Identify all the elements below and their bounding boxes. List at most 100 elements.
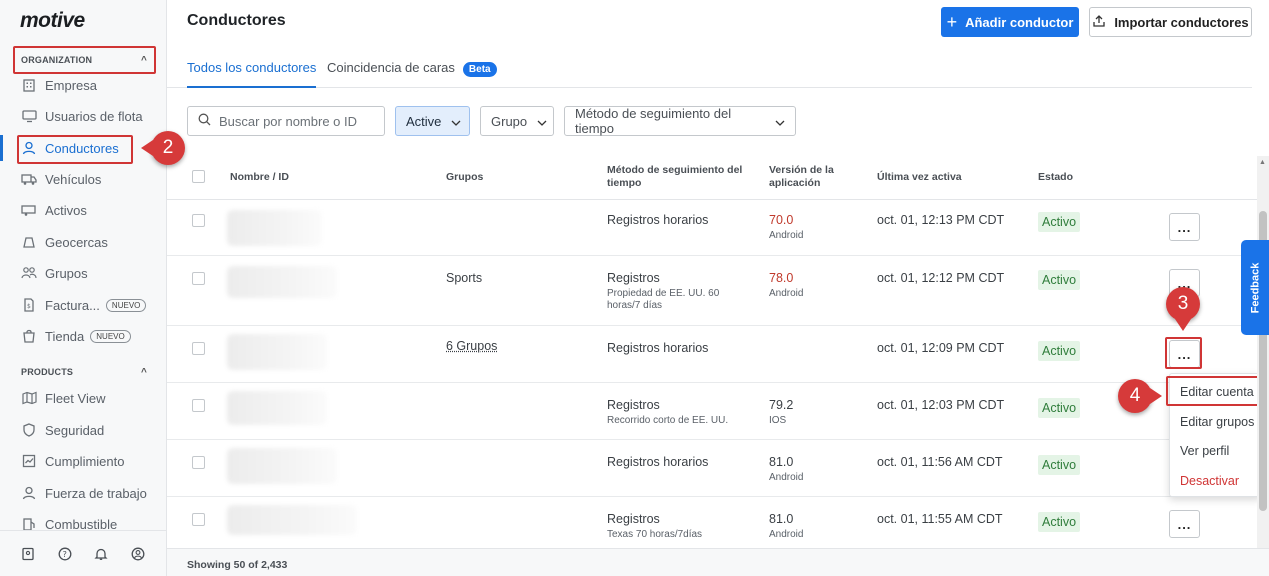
sidebar-item-facturacion[interactable]: $ Factura... NUEVO	[0, 290, 166, 320]
sidebar-item-empresa[interactable]: Empresa	[0, 70, 166, 100]
method-cell: Registros Texas 70 horas/7días	[607, 512, 702, 541]
row-checkbox[interactable]	[192, 399, 205, 412]
column-method[interactable]: Método de seguimiento del tiempo	[607, 164, 752, 190]
bell-icon[interactable]	[93, 546, 109, 562]
table-row[interactable]: 6 Grupos Registros horarios oct. 01, 12:…	[167, 326, 1257, 383]
table-row[interactable]: Registros horarios 70.0 Android oct. 01, …	[167, 200, 1257, 256]
sidebar-item-label: Geocercas	[45, 234, 108, 250]
sidebar-item-fuerza-de-trabajo[interactable]: Fuerza de trabajo	[0, 478, 166, 508]
sidebar-item-vehiculos[interactable]: Vehículos	[0, 164, 166, 194]
sidebar-item-tienda[interactable]: Tienda NUEVO	[0, 321, 166, 351]
step-marker-4: 4	[1118, 379, 1162, 413]
groups-link[interactable]: 6 Grupos	[446, 339, 497, 353]
column-groups[interactable]: Grupos	[446, 171, 483, 184]
sidebar-item-usuarios-de-flota[interactable]: Usuarios de flota	[0, 101, 166, 131]
row-checkbox[interactable]	[192, 214, 205, 227]
menu-item-view-profile[interactable]: Ver perfil	[1180, 444, 1229, 458]
version-cell: 70.0 Android	[769, 213, 803, 242]
platform-text: Android	[769, 472, 804, 483]
method-text: Registros horarios	[607, 341, 709, 355]
sidebar-item-cumplimiento[interactable]: Cumplimiento	[0, 446, 166, 476]
sidebar-item-label: Fuerza de trabajo	[45, 485, 147, 501]
redacted-name	[227, 210, 322, 246]
add-driver-button[interactable]: + Añadir conductor	[941, 7, 1079, 37]
upload-icon	[1092, 14, 1106, 31]
method-text: Registros	[607, 512, 660, 526]
sidebar-item-seguridad[interactable]: Seguridad	[0, 415, 166, 445]
monitor-icon	[21, 108, 37, 124]
column-version[interactable]: Versión de la aplicación	[769, 164, 849, 190]
column-name[interactable]: Nombre / ID	[230, 171, 289, 184]
status-filter[interactable]: Active	[395, 106, 470, 136]
method-cell: Registros Propiedad de EE. UU. 60 horas/7…	[607, 271, 737, 312]
sidebar-item-label: Seguridad	[45, 422, 105, 438]
trailer-icon	[21, 202, 37, 218]
book-icon[interactable]	[20, 546, 36, 562]
last-active-text: oct. 01, 11:55 AM CDT	[877, 512, 1003, 526]
select-all-checkbox[interactable]	[192, 170, 205, 183]
sidebar-item-activos[interactable]: Activos	[0, 195, 166, 225]
version-text: 70.0	[769, 213, 794, 227]
table-row[interactable]: Registros horarios 81.0 Android oct. 01, …	[167, 440, 1257, 497]
edit-account-highlight	[1166, 376, 1263, 406]
redacted-name	[227, 448, 337, 484]
sidebar-item-fleet-view[interactable]: Fleet View	[0, 383, 166, 413]
organization-highlight	[13, 46, 156, 74]
status-badge: Activo	[1038, 212, 1081, 232]
method-text: Registros	[607, 398, 660, 412]
products-section-header[interactable]: PRODUCTS ^	[21, 367, 147, 378]
sidebar-item-label: Empresa	[45, 77, 98, 93]
search-input[interactable]: Buscar por nombre o ID	[187, 106, 385, 136]
beta-badge: Beta	[462, 62, 497, 77]
tab-face-matching[interactable]: Coincidencia de caras Beta	[327, 60, 497, 88]
column-status[interactable]: Estado	[1038, 171, 1073, 184]
tab-face-matching-label: Coincidencia de caras	[327, 60, 455, 75]
help-icon[interactable]: ?	[57, 546, 73, 562]
row-checkbox[interactable]	[192, 513, 205, 526]
table-scrollbar[interactable]: ▲	[1257, 156, 1269, 548]
truck-icon	[21, 171, 37, 187]
status-badge: Activo	[1038, 398, 1081, 418]
menu-item-edit-groups[interactable]: Editar grupos	[1180, 415, 1254, 429]
platform-text: Android	[769, 288, 804, 299]
feedback-tab[interactable]: Feedback	[1241, 240, 1269, 335]
table-row[interactable]: Registros Texas 70 horas/7días 81.0 Androi…	[167, 497, 1257, 548]
new-badge: NUEVO	[105, 298, 147, 312]
import-drivers-label: Importar conductores	[1114, 14, 1249, 30]
motive-logo[interactable]: motive	[20, 9, 85, 33]
new-badge: NUEVO	[90, 329, 131, 343]
method-subtext: Recorrido corto de EE. UU.	[607, 415, 729, 426]
account-icon[interactable]	[130, 546, 146, 562]
version-text: 81.0	[769, 512, 794, 526]
sidebar-item-grupos[interactable]: Grupos	[0, 258, 166, 288]
sidebar-footer: ?	[0, 530, 166, 576]
status-badge: Activo	[1038, 270, 1081, 290]
platform-text: Android	[769, 529, 804, 540]
row-actions-highlight	[1165, 337, 1202, 369]
platform-text: IOS	[769, 415, 787, 426]
map-icon	[21, 390, 37, 406]
row-actions-button[interactable]: ...	[1169, 213, 1200, 241]
row-checkbox[interactable]	[192, 342, 205, 355]
group-filter-label: Grupo	[491, 113, 528, 129]
row-checkbox[interactable]	[192, 456, 205, 469]
tab-all-drivers[interactable]: Todos los conductores	[187, 60, 317, 88]
table-row[interactable]: Registros Recorrido corto de EE. UU. 79.2…	[167, 383, 1257, 440]
time-tracking-filter[interactable]: Método de seguimiento del tiempo	[564, 106, 796, 136]
row-checkbox[interactable]	[192, 272, 205, 285]
import-drivers-button[interactable]: Importar conductores	[1089, 7, 1252, 37]
invoice-icon: $	[21, 297, 37, 313]
step-marker-3: 3	[1166, 287, 1200, 331]
row-actions-button[interactable]: ...	[1169, 510, 1200, 538]
last-active-text: oct. 01, 12:03 PM CDT	[877, 398, 1005, 412]
redacted-name	[227, 505, 357, 535]
add-driver-label: Añadir conductor	[965, 14, 1074, 30]
tab-bar: Todos los conductores Coincidencia de ca…	[167, 48, 1252, 88]
sidebar-item-geocercas[interactable]: Geocercas	[0, 227, 166, 257]
scroll-up-icon[interactable]: ▲	[1259, 159, 1266, 166]
menu-item-deactivate[interactable]: Desactivar	[1180, 474, 1239, 488]
column-last-active[interactable]: Última vez activa	[877, 171, 962, 184]
group-filter[interactable]: Grupo	[480, 106, 554, 136]
sidebar-item-label: Activos	[45, 202, 87, 218]
table-row[interactable]: Sports Registros Propiedad de EE. UU. 60 …	[167, 256, 1257, 326]
